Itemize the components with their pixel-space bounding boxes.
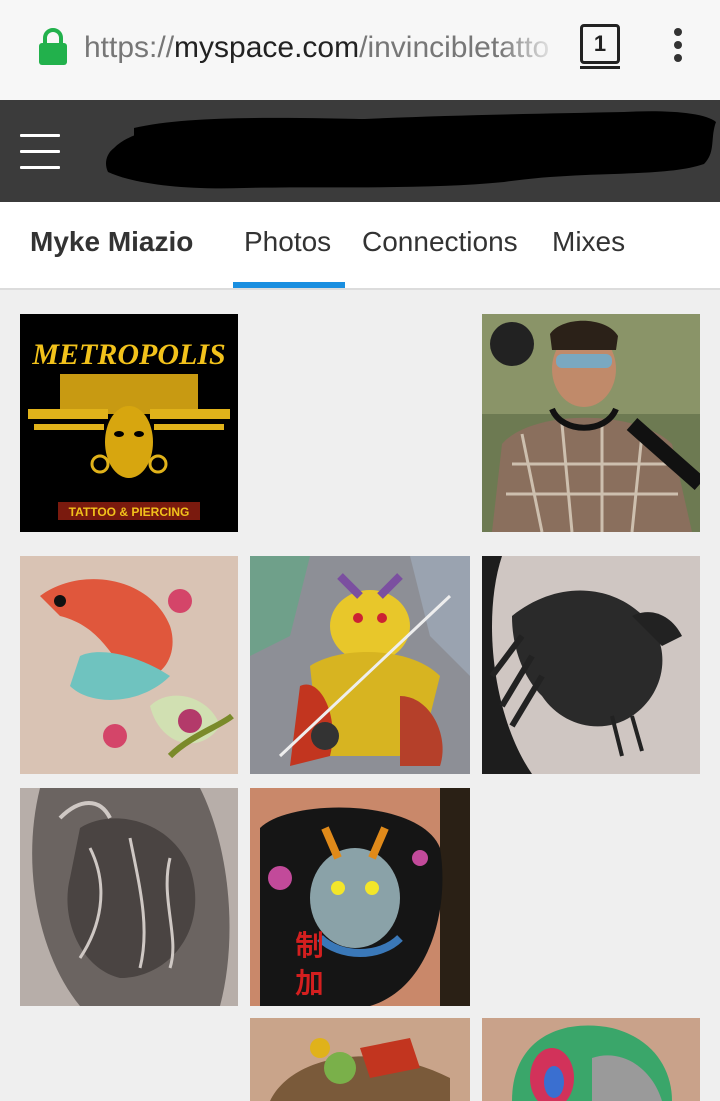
photo-koi-tattoo[interactable]: [20, 556, 238, 774]
photo-anatomical-heart-tattoo[interactable]: [20, 788, 238, 1006]
photo-metropolis-logo[interactable]: METROPOLIS TATTOO & PIERCING: [20, 314, 238, 532]
tab-mixes[interactable]: Mixes: [552, 226, 625, 258]
url-domain: myspace.com: [174, 31, 360, 64]
photo-crow-tattoo[interactable]: [482, 556, 700, 774]
tab-switcher-icon[interactable]: 1: [580, 24, 620, 64]
photo-demon-tattoo[interactable]: [250, 556, 470, 774]
site-header: [0, 100, 720, 202]
tab-connections[interactable]: Connections: [362, 226, 518, 258]
redacted-banner: [106, 111, 716, 189]
photo-skull-tattoo[interactable]: [482, 1018, 700, 1101]
profile-nav: Myke Miazio Photos Connections Mixes: [0, 202, 720, 290]
tab-photos[interactable]: Photos: [244, 226, 331, 258]
photo-dragon-tattoo[interactable]: 制 加: [250, 788, 470, 1006]
photo-samurai-tattoo[interactable]: [250, 1018, 470, 1101]
photo-man-with-headphones[interactable]: [482, 314, 700, 532]
metropolis-subtitle: TATTOO & PIERCING: [69, 505, 190, 519]
profile-name[interactable]: Myke Miazio: [30, 226, 193, 258]
dragon-red-text: 制 加: [292, 930, 325, 997]
url-field[interactable]: https://myspace.com/invincibletatto: [84, 26, 560, 70]
active-tab-indicator: [233, 282, 345, 288]
overflow-menu-icon[interactable]: [668, 28, 688, 66]
browser-url-bar: https://myspace.com/invincibletatto 1: [0, 0, 720, 100]
metropolis-title: METROPOLIS: [31, 338, 225, 371]
lock-icon: [39, 28, 67, 65]
url-prefix: https://: [84, 31, 175, 64]
hamburger-menu-icon[interactable]: [20, 134, 60, 170]
